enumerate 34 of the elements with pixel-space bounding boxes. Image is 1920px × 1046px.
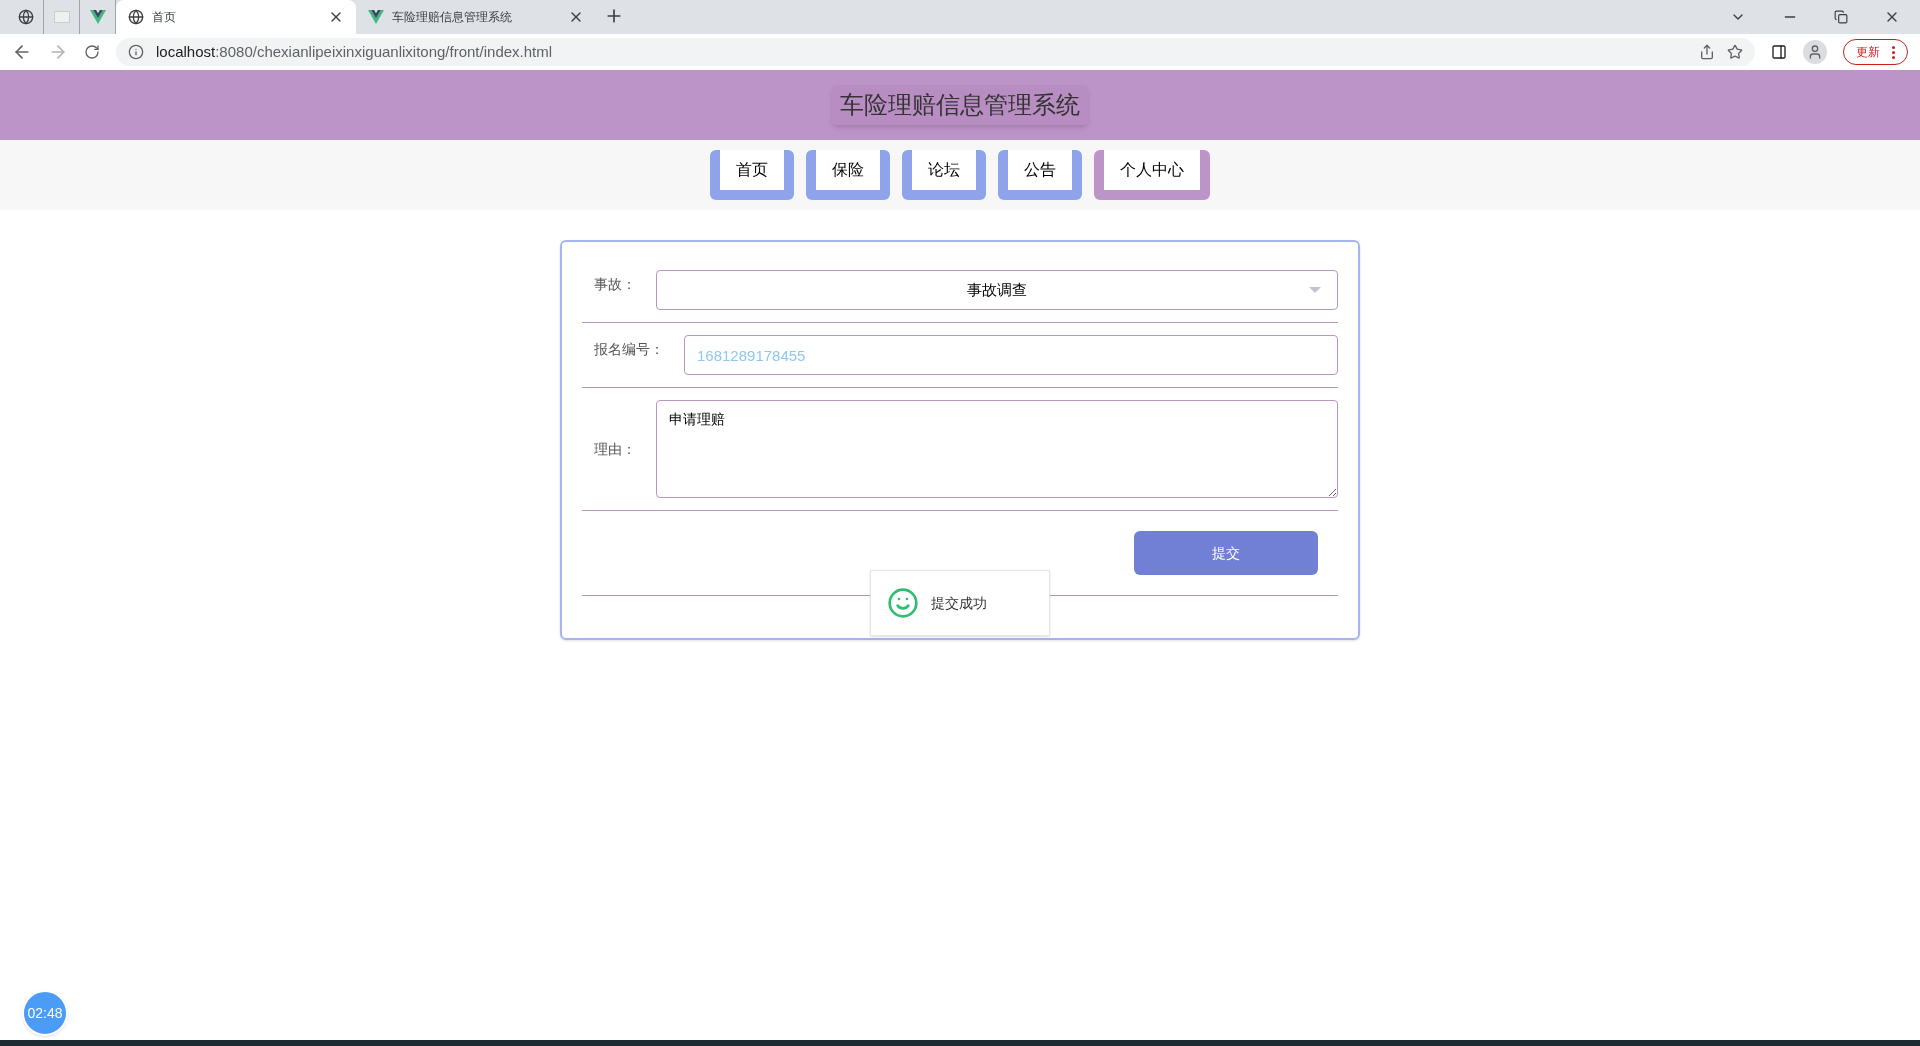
nav-tab[interactable]: 保险 <box>806 150 890 200</box>
globe-icon <box>17 9 34 25</box>
info-icon <box>128 44 144 60</box>
page-icon <box>53 11 70 23</box>
bookmark-star-icon[interactable] <box>1727 44 1743 60</box>
input-field[interactable]: 1681289178455 <box>684 335 1338 375</box>
share-icon[interactable] <box>1699 44 1715 60</box>
nav-tab[interactable]: 个人中心 <box>1094 150 1210 200</box>
field-label: 报名编号： <box>593 340 665 359</box>
nav-tab[interactable]: 论坛 <box>902 150 986 200</box>
toast-message: 提交成功 <box>931 594 987 613</box>
nav-tab[interactable]: 公告 <box>998 150 1082 200</box>
field-label: 理由： <box>593 440 637 459</box>
v-logo-icon <box>89 10 106 24</box>
tab-title: 首页 <box>152 9 177 25</box>
v-logo-icon <box>368 10 384 24</box>
smile-icon <box>887 587 919 619</box>
textarea-field[interactable]: 申请理赔 <box>656 400 1338 498</box>
reload-icon[interactable] <box>84 44 100 60</box>
select-field[interactable]: 事故调查 <box>656 270 1338 310</box>
browser-tab[interactable]: 首页 <box>116 0 356 34</box>
url-text: localhost:8080/chexianlipeixinxiguanlixitong/front/index.html <box>156 41 554 62</box>
side-panel-icon[interactable] <box>1771 44 1787 60</box>
address-bar[interactable]: localhost:8080/chexianlipeixinxiguanlixitong/front/index.html <box>116 38 1755 66</box>
browser-tab[interactable]: 车险理赔信息管理系统 <box>356 0 596 34</box>
profile-avatar[interactable] <box>1803 40 1827 64</box>
site-title: 车险理赔信息管理系统 <box>832 85 1088 125</box>
restore-icon[interactable] <box>1834 10 1848 24</box>
nav-tab[interactable]: 首页 <box>710 150 794 200</box>
globe-icon <box>128 9 144 25</box>
dropdown-caret-icon <box>1309 287 1321 293</box>
submit-button[interactable]: 提交 <box>1134 531 1318 575</box>
field-label: 事故： <box>593 275 637 294</box>
tab-title: 车险理赔信息管理系统 <box>392 9 513 25</box>
